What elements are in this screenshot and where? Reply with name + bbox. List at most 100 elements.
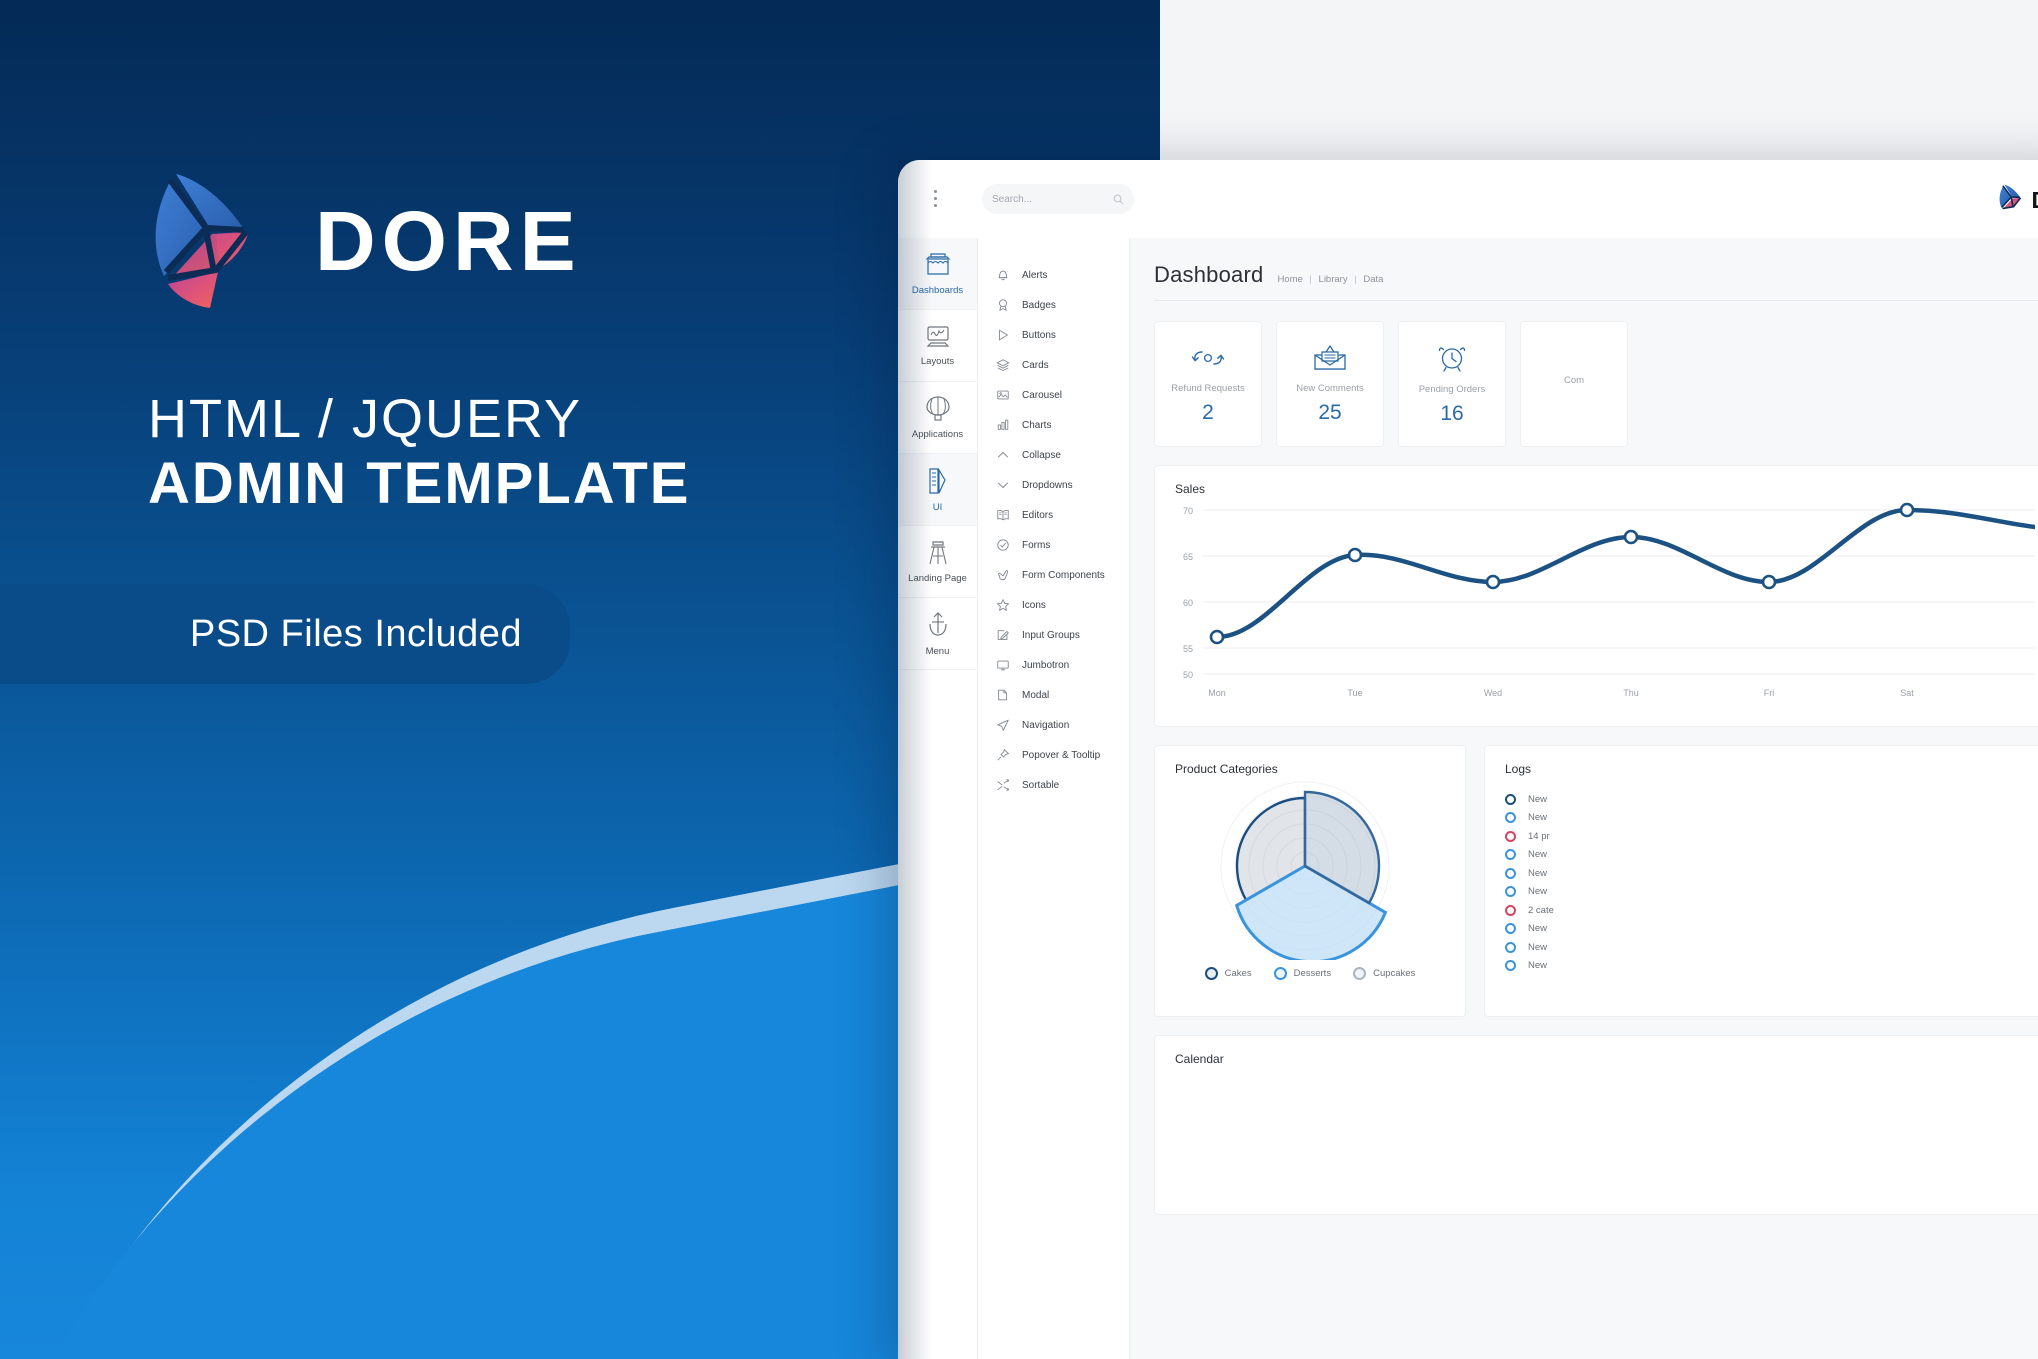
stat-card-label: Pending Orders bbox=[1418, 384, 1486, 395]
legend-item-cakes[interactable]: Cakes bbox=[1204, 967, 1252, 980]
list-item[interactable]: New bbox=[1505, 790, 2038, 809]
bell-icon bbox=[998, 270, 1008, 281]
sidebar-item-landing-page[interactable]: Landing Page bbox=[898, 526, 977, 598]
breadcrumb-data[interactable]: Data bbox=[1363, 274, 1383, 285]
sub-nav-item-sortable[interactable]: Sortable bbox=[978, 770, 1129, 800]
data-point-fri bbox=[1761, 574, 1777, 590]
sub-nav-item-label: Input Groups bbox=[1022, 629, 1080, 641]
promo-tagline-2: ADMIN TEMPLATE bbox=[148, 451, 691, 516]
search-box[interactable] bbox=[982, 184, 1134, 214]
sidebar-item-label: Layouts bbox=[920, 356, 955, 367]
product-categories-polar-chart bbox=[1220, 781, 1390, 964]
sub-nav-item-dropdowns[interactable]: Dropdowns bbox=[978, 470, 1129, 500]
list-item[interactable]: 2 cate bbox=[1505, 901, 2038, 920]
header-divider bbox=[1154, 300, 2038, 301]
stat-card-refund-requests[interactable]: Refund Requests 2 bbox=[1154, 321, 1262, 447]
promo-tagline-1: HTML / JQUERY bbox=[148, 389, 583, 449]
icon-rail: Dashboards Layouts Applications UI Landi… bbox=[898, 238, 978, 1359]
list-item[interactable]: New bbox=[1505, 957, 2038, 976]
log-text: 14 pr bbox=[1528, 830, 1550, 842]
list-item[interactable]: 14 pr bbox=[1505, 827, 2038, 846]
log-status-dot bbox=[1505, 941, 1516, 953]
legend-label: Cupcakes bbox=[1373, 968, 1416, 979]
logs-list: New New 14 pr New New New 2 cate New New… bbox=[1485, 776, 2038, 975]
sub-nav-item-input-groups[interactable]: Input Groups bbox=[978, 620, 1129, 650]
list-item[interactable]: New bbox=[1505, 846, 2038, 865]
y-tick-70: 70 bbox=[1183, 506, 1193, 516]
sub-nav-item-editors[interactable]: Editors bbox=[978, 500, 1129, 530]
x-tick-wed: Wed bbox=[1484, 688, 1502, 698]
sub-nav-item-modal[interactable]: Modal bbox=[978, 680, 1129, 710]
list-item[interactable]: New bbox=[1505, 938, 2038, 957]
list-item[interactable]: New bbox=[1505, 809, 2038, 828]
log-text: New bbox=[1528, 812, 1548, 824]
stat-card-completed[interactable]: Com bbox=[1520, 321, 1628, 447]
log-text: New bbox=[1528, 960, 1548, 972]
log-text: New bbox=[1528, 793, 1548, 805]
sub-nav-item-carousel[interactable]: Carousel bbox=[978, 380, 1129, 410]
app-body: Dashboards Layouts Applications UI Landi… bbox=[898, 238, 2038, 1359]
header-brand[interactable]: DORE bbox=[1997, 184, 2038, 216]
log-text: New bbox=[1528, 867, 1548, 879]
sub-nav-item-navigation[interactable]: Navigation bbox=[978, 710, 1129, 740]
main-content: Dashboard Home | Library | Data Refund R… bbox=[1130, 238, 2038, 1359]
sidebar-item-label: Applications bbox=[911, 429, 964, 440]
stat-cards-row: Refund Requests 2 New Comments 25 Pendin… bbox=[1154, 321, 2038, 447]
sub-nav-item-buttons[interactable]: Buttons bbox=[978, 320, 1129, 350]
log-status-dot bbox=[1505, 886, 1516, 898]
psd-files-badge: PSD Files Included bbox=[0, 584, 570, 684]
sidebar-item-menu[interactable]: Menu bbox=[898, 598, 977, 670]
log-status-dot bbox=[1505, 793, 1516, 805]
sub-nav-item-alerts[interactable]: Alerts bbox=[978, 260, 1129, 290]
sub-nav-item-cards[interactable]: Cards bbox=[978, 350, 1129, 380]
list-item[interactable]: New bbox=[1505, 864, 2038, 883]
breadcrumb-library[interactable]: Library bbox=[1319, 274, 1348, 285]
star-icon bbox=[996, 598, 1010, 612]
sidebar-item-label: Menu bbox=[925, 646, 950, 657]
sub-nav-item-label: Badges bbox=[1022, 299, 1056, 311]
dore-shuttle-logo bbox=[1999, 184, 2021, 210]
sidebar-item-applications[interactable]: Applications bbox=[898, 382, 977, 454]
log-status-dot bbox=[1505, 867, 1516, 879]
sub-nav-item-collapse[interactable]: Collapse bbox=[978, 440, 1129, 470]
sub-nav-item-label: Collapse bbox=[1022, 449, 1061, 461]
legend-dot-cupcakes bbox=[1353, 967, 1367, 980]
list-item[interactable]: New bbox=[1505, 883, 2038, 902]
y-tick-55: 55 bbox=[1183, 644, 1193, 654]
sidebar-item-ui[interactable]: UI bbox=[898, 454, 977, 526]
search-icon[interactable] bbox=[1113, 194, 1124, 205]
log-text: New bbox=[1528, 886, 1548, 898]
check-circle-icon bbox=[997, 539, 1009, 551]
sub-nav-item-jumbotron[interactable]: Jumbotron bbox=[978, 650, 1129, 680]
list-menu-icon[interactable] bbox=[934, 190, 960, 208]
sales-panel-title: Sales bbox=[1175, 482, 1206, 496]
breadcrumb-home[interactable]: Home bbox=[1277, 274, 1302, 285]
product-categories-panel: Product Categories Cakes Desserts Cupcak… bbox=[1154, 745, 1466, 1017]
lower-panels-row: Product Categories Cakes Desserts Cupcak… bbox=[1154, 745, 2038, 1017]
sidebar-item-dashboards[interactable]: Dashboards bbox=[898, 238, 977, 310]
legend-item-desserts[interactable]: Desserts bbox=[1273, 967, 1331, 980]
sub-nav-item-icons[interactable]: Icons bbox=[978, 590, 1129, 620]
sub-nav-item-badges[interactable]: Badges bbox=[978, 290, 1129, 320]
sub-nav-item-label: Navigation bbox=[1022, 719, 1070, 731]
sub-nav-item-forms[interactable]: Forms bbox=[978, 530, 1129, 560]
stat-card-value: 16 bbox=[1440, 402, 1464, 425]
list-item[interactable]: New bbox=[1505, 920, 2038, 939]
sub-nav-item-label: Forms bbox=[1022, 539, 1051, 551]
legend-item-cupcakes[interactable]: Cupcakes bbox=[1353, 967, 1415, 980]
sub-nav-item-charts[interactable]: Charts bbox=[978, 410, 1129, 440]
shuffle-icon bbox=[997, 778, 1010, 792]
sub-nav-item-popover-tooltip[interactable]: Popover & Tooltip bbox=[978, 740, 1129, 770]
refresh-arrows-icon bbox=[1191, 351, 1225, 365]
stat-card-new-comments[interactable]: New Comments 25 bbox=[1276, 321, 1384, 447]
sales-panel: Sales 70 65 60 55 50 Mon Tue Wed Thu Fri… bbox=[1154, 465, 2038, 727]
x-tick-mon: Mon bbox=[1208, 688, 1226, 698]
bar-chart-icon bbox=[997, 419, 1009, 430]
sub-nav-item-form-components[interactable]: Form Components bbox=[978, 560, 1129, 590]
hand-icon bbox=[998, 570, 1009, 581]
sub-nav-item-label: Editors bbox=[1022, 509, 1054, 521]
logs-panel-title: Logs bbox=[1505, 762, 1532, 776]
stat-card-pending-orders[interactable]: Pending Orders 16 bbox=[1398, 321, 1506, 447]
sidebar-item-layouts[interactable]: Layouts bbox=[898, 310, 977, 382]
search-input[interactable] bbox=[992, 193, 1112, 205]
